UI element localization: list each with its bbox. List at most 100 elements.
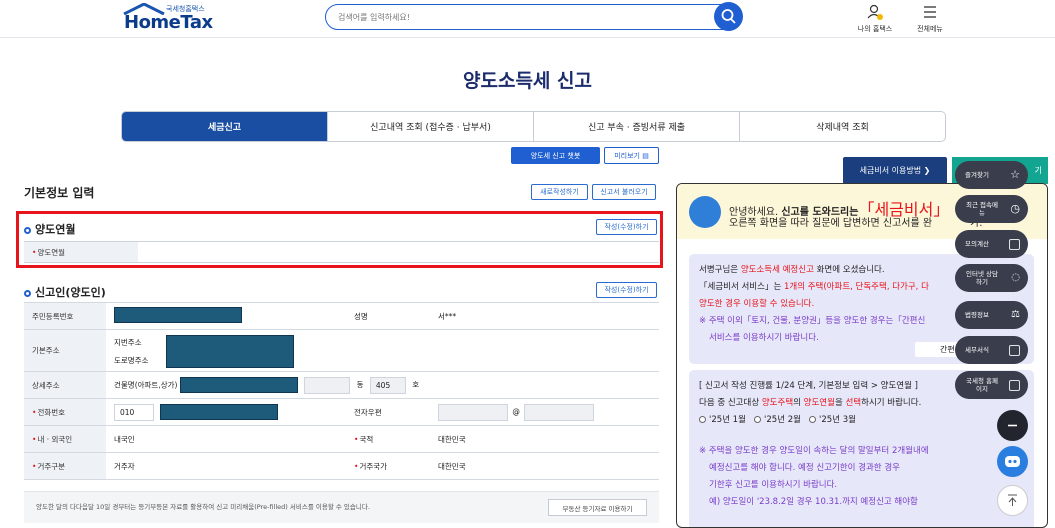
rrn-cell: [106, 302, 346, 330]
country-label-text: 국적: [359, 434, 374, 444]
tab-report-history[interactable]: 신고내역 조회 (접수증 · 납부서): [327, 112, 533, 141]
required-mark: •: [354, 461, 359, 471]
building-label: 건물명(아파트,상가): [114, 380, 178, 389]
scale-icon: ⚖: [1011, 309, 1020, 320]
native-value: 내국인: [106, 425, 346, 453]
q-text: 하시기 바랍니다.: [861, 398, 922, 408]
phone-prefix-input[interactable]: 010: [114, 403, 154, 421]
email-domain-input[interactable]: [524, 403, 595, 421]
native-label-text: 내 · 외국인: [37, 434, 73, 444]
notice-text: 양도한 달의 다다음달 10일 경부터는 등기부등본 자료를 활용하여 신고 미…: [36, 503, 370, 511]
tab-tax-report[interactable]: 세금신고: [122, 112, 327, 141]
name-value: 서***: [430, 302, 659, 330]
quick-consult[interactable]: 인터넷 상담하기 ◌: [955, 264, 1028, 292]
q-highlight: 양도연월: [803, 398, 835, 408]
ho-input[interactable]: 405: [369, 376, 406, 394]
email-cell: @: [430, 398, 659, 426]
option-jan[interactable]: '25년 1월: [699, 415, 746, 425]
res-country-label-text: 거주국가: [359, 461, 388, 471]
lot-address-label: 지번주소: [114, 337, 142, 347]
preview-button[interactable]: 미리보기 ▤: [604, 147, 659, 164]
dong-input[interactable]: [304, 376, 351, 394]
quick-favorites[interactable]: 즐겨찾기 ☆: [955, 161, 1028, 189]
at-label: @: [512, 407, 520, 416]
option-feb[interactable]: '25년 2월: [754, 415, 801, 425]
res-country-label: •거주국가: [346, 452, 430, 480]
hometax-logo[interactable]: HomeTax: [124, 12, 213, 33]
my-hometax-button[interactable]: 나의 홈택스: [850, 2, 900, 34]
quick-recent[interactable]: 최근 접속메뉴 ◷: [955, 195, 1028, 223]
fab-label: 국세청 홈페이지: [966, 377, 998, 393]
table-row: •내 · 외국인 내국인 •국적 대한민국: [24, 425, 659, 453]
teal-button-label: 기: [1034, 166, 1042, 175]
table-row: 주민등록번호 성명 서***: [24, 302, 659, 330]
chatbot-button[interactable]: 양도세 신고 챗봇: [511, 147, 600, 164]
section-transfer-month: 양도연월: [24, 221, 75, 237]
fab-label: 최근 접속메뉴: [966, 201, 998, 217]
rrn-label: 주민등록번호: [24, 302, 106, 330]
section-title-label: 신고인(양도인): [35, 286, 106, 299]
transfer-month-label: • 양도연월: [24, 242, 138, 262]
radio-icon: [699, 416, 706, 423]
all-menu-label: 전체메뉴: [917, 25, 943, 33]
note-line: 예) 양도일이 '23.8.2일 경우 10.31.까지 예정신고 해야함: [709, 497, 918, 507]
email-id-input[interactable]: [438, 403, 508, 421]
all-menu-button[interactable]: 전체메뉴: [910, 2, 950, 34]
option-mar[interactable]: '25년 3월: [809, 415, 856, 425]
native-label: •내 · 외국인: [24, 425, 106, 453]
building-icon: [1009, 379, 1020, 391]
chatbot-fab-button[interactable]: [997, 446, 1028, 477]
transfer-month-text: 양도연월: [37, 247, 66, 257]
q-highlight: 양도주택: [761, 398, 794, 408]
tab-deleted-history[interactable]: 삭제내역 조회: [739, 112, 945, 141]
info-text: 화면에 오셨습니다.: [813, 265, 885, 275]
guide-button[interactable]: 세금비서 이용방법 ❯: [843, 157, 947, 184]
new-write-button[interactable]: 새로작성하기: [531, 184, 588, 200]
prefill-notice: 양도한 달의 다다음달 10일 경부터는 등기부등본 자료를 활용하여 신고 미…: [24, 491, 659, 523]
phone-cell: 010: [106, 398, 346, 426]
residence-label-text: 거주구분: [37, 461, 66, 471]
fab-label: 즐겨찾기: [965, 171, 989, 179]
registry-data-button[interactable]: 부동산 등기자료 이용하기: [548, 499, 647, 516]
top-header: 국세청홈택스 HomeTax 나의 홈택스 전체메뉴: [0, 0, 1055, 38]
note-line: 기한후 신고를 이용하시기 바랍니다.: [709, 480, 838, 490]
quick-forms[interactable]: 세무서식: [955, 336, 1028, 364]
my-hometax-label: 나의 홈택스: [857, 25, 893, 33]
name-label: 성명: [346, 302, 430, 330]
load-report-button[interactable]: 신고서 불러오기: [592, 184, 656, 200]
section-reporter: 신고인(양도인): [24, 284, 106, 300]
required-mark: •: [354, 434, 359, 444]
edit-month-button[interactable]: 작성(수정)하기: [596, 219, 657, 235]
quick-simulation[interactable]: 모의계산: [955, 230, 1028, 258]
option-label: '25년 2월: [764, 415, 801, 425]
residence-value: 거주자: [106, 452, 346, 480]
preview-label: 미리보기: [614, 151, 640, 160]
option-label: '25년 3월: [819, 415, 856, 425]
info-highlight: 양도소득세 예정신고: [740, 265, 814, 275]
required-mark: •: [32, 434, 37, 444]
month-options: '25년 1월 '25년 2월 '25년 3월: [699, 412, 1024, 429]
road-address-label: 도로명주소: [114, 355, 149, 365]
dong-label: 동: [356, 380, 364, 389]
bullet-icon: [24, 289, 31, 297]
quick-nts-home[interactable]: 국세청 홈페이지: [955, 371, 1028, 399]
arrow-up-icon: [1008, 494, 1017, 506]
edit-reporter-button[interactable]: 작성(수정)하기: [596, 282, 657, 298]
document-icon: ▤: [642, 151, 649, 160]
quick-law[interactable]: 법령정보 ⚖: [955, 301, 1028, 329]
search-button[interactable]: [714, 2, 743, 31]
search-input[interactable]: [338, 9, 708, 25]
q-highlight: 선택: [845, 398, 862, 408]
table-row: •거주구분 거주자 •거주국가 대한민국: [24, 452, 659, 480]
q-text: 다음 중 신고대상: [699, 398, 762, 408]
tab-attachments[interactable]: 신고 부속 · 증빙서류 제출: [533, 112, 739, 141]
calculator-icon: [1009, 238, 1020, 250]
q-text: 을: [834, 398, 846, 408]
masked-address: [166, 334, 294, 368]
detail-address-label: 상세주소: [24, 371, 106, 399]
transfer-month-value[interactable]: [138, 242, 659, 262]
collapse-menu-button[interactable]: [997, 410, 1028, 441]
document-icon: [1009, 344, 1020, 356]
scroll-top-button[interactable]: [997, 485, 1028, 516]
